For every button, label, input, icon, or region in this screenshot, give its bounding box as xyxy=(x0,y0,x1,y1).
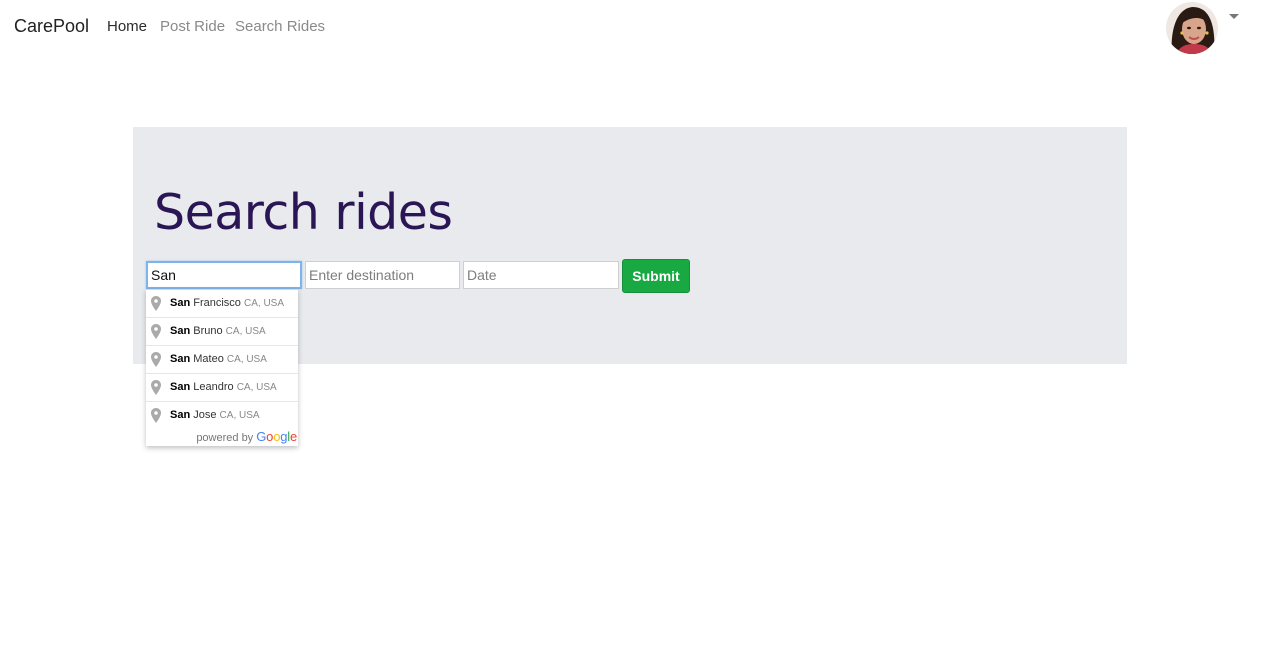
suggestion-secondary: CA, USA xyxy=(244,298,285,309)
suggestion-match: San xyxy=(170,353,191,365)
suggestion-rest: Jose xyxy=(190,409,217,421)
user-avatar[interactable] xyxy=(1166,2,1218,54)
profile-dropdown-caret-icon[interactable] xyxy=(1229,14,1239,19)
map-pin-icon xyxy=(151,296,161,311)
nav-link-search-rides[interactable]: Search Rides xyxy=(235,18,325,35)
powered-by-google: powered by Google xyxy=(146,429,298,446)
navbar: CarePool Home Post Ride Search Rides xyxy=(0,0,1263,55)
autocomplete-dropdown: San Francisco CA, USA San Bruno CA, USA … xyxy=(146,289,298,446)
autocomplete-suggestion[interactable]: San Leandro CA, USA xyxy=(146,374,298,402)
origin-input[interactable] xyxy=(146,261,302,289)
map-pin-icon xyxy=(151,380,161,395)
map-pin-icon xyxy=(151,352,161,367)
google-logo: Google xyxy=(256,429,297,444)
suggestion-match: San xyxy=(170,297,191,309)
brand-logo[interactable]: CarePool xyxy=(14,16,89,37)
page-title: Search rides xyxy=(154,184,453,241)
suggestion-secondary: CA, USA xyxy=(236,382,277,393)
suggestion-text: San Francisco CA, USA xyxy=(170,290,284,317)
suggestion-rest: Francisco xyxy=(190,297,241,309)
suggestion-match: San xyxy=(170,325,191,337)
suggestion-text: San Bruno CA, USA xyxy=(170,318,266,345)
suggestion-match: San xyxy=(170,381,191,393)
autocomplete-suggestion[interactable]: San Mateo CA, USA xyxy=(146,346,298,374)
map-pin-icon xyxy=(151,324,161,339)
google-letter: G xyxy=(256,429,267,444)
suggestion-text: San Leandro CA, USA xyxy=(170,374,277,401)
nav-link-post-ride[interactable]: Post Ride xyxy=(160,18,225,35)
suggestion-rest: Bruno xyxy=(190,325,223,337)
autocomplete-suggestion[interactable]: San Jose CA, USA xyxy=(146,402,298,429)
suggestion-secondary: CA, USA xyxy=(226,354,267,365)
powered-by-text: powered by xyxy=(196,432,254,444)
date-input[interactable] xyxy=(463,261,619,289)
suggestion-text: San Jose CA, USA xyxy=(170,402,260,429)
map-pin-icon xyxy=(151,408,161,423)
google-letter: e xyxy=(289,429,297,444)
suggestion-rest: Mateo xyxy=(190,353,224,365)
suggestion-text: San Mateo CA, USA xyxy=(170,346,267,373)
suggestion-secondary: CA, USA xyxy=(225,326,266,337)
suggestion-rest: Leandro xyxy=(190,381,234,393)
avatar-photo-icon xyxy=(1166,2,1218,54)
submit-button[interactable]: Submit xyxy=(622,259,690,293)
destination-input[interactable] xyxy=(305,261,460,289)
suggestion-secondary: CA, USA xyxy=(219,410,260,421)
nav-link-home[interactable]: Home xyxy=(107,18,147,35)
autocomplete-suggestion[interactable]: San Francisco CA, USA xyxy=(146,290,298,318)
autocomplete-suggestion[interactable]: San Bruno CA, USA xyxy=(146,318,298,346)
suggestion-match: San xyxy=(170,409,191,421)
